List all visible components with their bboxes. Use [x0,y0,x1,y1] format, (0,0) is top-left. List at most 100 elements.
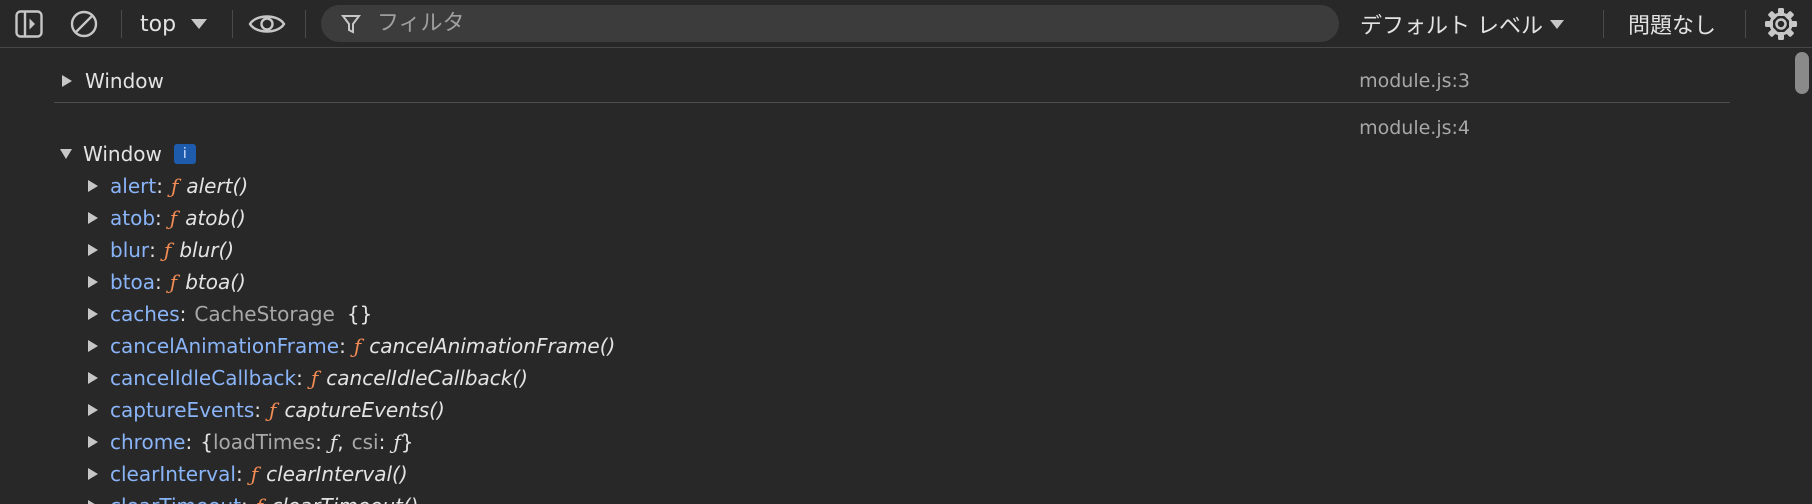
property-key: captureEvents [110,398,255,422]
eye-icon [248,15,286,33]
object-label: Window [85,69,164,93]
disclosure-triangle-icon[interactable] [88,308,98,320]
sidebar-toggle-icon [15,10,43,38]
function-name: blur() [179,238,235,262]
filter-box[interactable] [321,5,1339,42]
property-row[interactable]: clearTimeout: ƒ clearTimeout() [88,491,418,504]
preview-key: loadTimes [212,430,316,454]
function-symbol: ƒ [310,366,319,390]
clear-console-button[interactable] [69,0,101,48]
disclosure-triangle-icon[interactable] [88,372,98,384]
property-value: {} [346,302,373,326]
property-row[interactable]: cancelIdleCallback: ƒ cancelIdleCallback(… [88,363,528,393]
toolbar-separator [121,10,122,38]
dropdown-arrow-icon [191,19,208,29]
property-row[interactable]: alert: ƒ alert() [88,171,248,201]
object-close-brace: } [400,430,414,454]
preview-key: csi [351,430,379,454]
function-symbol: ƒ [169,206,178,230]
property-colon: : [155,206,162,230]
disclosure-triangle-icon[interactable] [88,404,98,416]
toolbar-separator [1603,10,1604,38]
property-row[interactable]: cancelAnimationFrame: ƒ cancelAnimationFr… [88,331,615,361]
log-level-label: デフォルト レベル [1360,14,1543,39]
property-key: alert [110,174,157,198]
disclosure-triangle-icon[interactable] [88,340,98,352]
property-row[interactable]: clearInterval: ƒ clearInterval() [88,459,408,489]
function-symbol: ƒ [329,430,338,454]
function-name: alert() [186,174,249,198]
property-row[interactable]: btoa: ƒ btoa() [88,267,246,297]
property-colon: : [339,334,346,358]
property-row[interactable]: chrome: {loadTimes: ƒ, csi: ƒ} [88,427,413,457]
property-colon: : [296,366,303,390]
function-name: clearTimeout() [271,494,418,504]
function-symbol: ƒ [170,174,179,198]
property-colon: : [235,462,243,486]
disclosure-triangle-icon[interactable] [88,244,98,256]
function-name: cancelIdleCallback() [326,366,528,390]
toolbar-separator [305,10,306,38]
function-symbol: ƒ [269,398,277,422]
object-label: Window [83,142,162,166]
function-symbol: ƒ [163,238,172,262]
function-symbol: ƒ [250,462,259,486]
console-messages: Window module.js:3 module.js:4 Window i … [0,48,1790,504]
info-badge[interactable]: i [173,144,196,164]
property-row[interactable]: captureEvents: ƒ captureEvents() [88,395,445,425]
source-link[interactable]: module.js:3 [1359,66,1470,96]
function-name: atob() [185,206,246,230]
function-name: cancelAnimationFrame() [369,334,616,358]
console-message-collapsed[interactable]: Window [62,66,164,96]
console-message-expanded[interactable]: Window i [60,139,196,169]
property-colon: : [254,398,262,422]
disclosure-triangle-icon[interactable] [88,468,98,480]
property-key: atob [110,206,156,230]
dropdown-arrow-icon [1550,19,1564,29]
toolbar-separator [1745,10,1746,38]
property-colon: : [155,270,162,294]
issues-button[interactable]: 問題なし [1628,0,1716,48]
property-colon: : [149,238,156,262]
context-label: top [140,11,177,37]
property-colon: : [156,174,163,198]
disclosure-triangle-icon[interactable] [88,212,98,224]
property-colon: : [185,430,193,454]
disclosure-triangle-icon[interactable] [88,180,98,192]
property-key: btoa [110,270,156,294]
console-scrollbar[interactable] [1790,48,1812,504]
disclosure-triangle-icon[interactable] [88,436,98,448]
property-key: caches [110,302,180,326]
property-colon: : [241,494,248,504]
disclosure-triangle-icon[interactable] [88,276,98,288]
property-row[interactable]: atob: ƒ atob() [88,203,246,233]
toolbar-separator [232,10,233,38]
filter-icon [341,14,361,34]
log-level-selector[interactable]: デフォルト レベル [1360,0,1565,48]
sidebar-toggle-button[interactable] [14,0,46,48]
console-toolbar: top デフォルト レベル 問題なし [0,0,1812,48]
settings-gear-icon [1765,8,1797,40]
function-symbol: ƒ [169,270,178,294]
property-key: chrome [110,430,186,454]
console-settings-button[interactable] [1764,0,1798,48]
property-key: cancelIdleCallback [110,366,297,390]
function-symbol: ƒ [353,334,362,358]
filter-input[interactable] [375,10,1279,37]
scrollbar-thumb[interactable] [1795,52,1809,94]
property-key: clearTimeout [110,494,241,504]
function-symbol: ƒ [256,494,263,504]
class-name: CacheStorage [194,302,335,326]
live-expression-button[interactable] [248,0,286,48]
property-row[interactable]: caches: CacheStorage {} [88,299,372,329]
property-key: cancelAnimationFrame [110,334,340,358]
disclosure-triangle-icon[interactable] [88,500,98,504]
issues-label: 問題なし [1628,14,1717,39]
disclosure-triangle-icon[interactable] [60,149,72,159]
context-selector[interactable]: top [140,0,208,48]
clear-console-icon [70,10,98,38]
source-link[interactable]: module.js:4 [1359,113,1470,143]
disclosure-triangle-icon[interactable] [62,75,72,87]
property-colon: : [179,302,187,326]
property-row[interactable]: blur: ƒ blur() [88,235,234,265]
